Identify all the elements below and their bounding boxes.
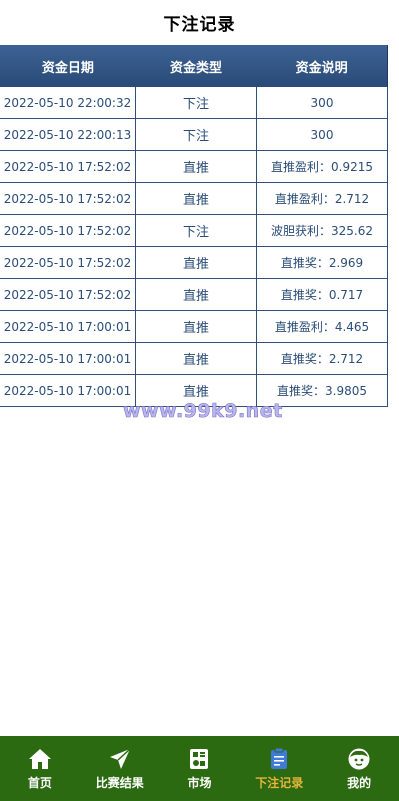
cell-type: 直推 xyxy=(136,183,257,214)
cell-description: 直推盈利：0.9215 xyxy=(257,151,388,182)
table-row: 2022-05-10 17:52:02 直推 直推盈利：2.712 xyxy=(0,183,388,215)
cell-type: 直推 xyxy=(136,311,257,342)
page-header: 下注记录 xyxy=(0,0,399,45)
table-row: 2022-05-10 22:00:13 下注 300 xyxy=(0,119,388,151)
table-row: 2022-05-10 17:00:01 直推 直推奖：2.712 xyxy=(0,343,388,375)
cell-type: 直推 xyxy=(136,279,257,310)
column-header-description: 资金说明 xyxy=(295,60,348,76)
cell-type: 下注 xyxy=(136,87,257,118)
tab-profile[interactable]: 我的 xyxy=(319,736,399,801)
table-row: 2022-05-10 17:52:02 下注 波胆获利：325.62 xyxy=(0,215,388,247)
column-header-type: 资金类型 xyxy=(169,60,222,76)
cell-description: 直推奖：2.969 xyxy=(257,247,388,278)
watermark-text: www.99k9.net xyxy=(123,400,283,423)
table-row: 2022-05-10 22:00:32 下注 300 xyxy=(0,87,388,119)
cell-description: 300 xyxy=(257,119,388,150)
clipboard-icon xyxy=(271,747,288,769)
cell-date: 2022-05-10 17:52:02 xyxy=(0,151,136,182)
tab-label: 市场 xyxy=(187,775,212,790)
tab-market[interactable]: 市场 xyxy=(160,736,240,801)
cell-date: 2022-05-10 17:52:02 xyxy=(0,183,136,214)
cell-date: 2022-05-10 22:00:32 xyxy=(0,87,136,118)
cell-type: 直推 xyxy=(136,151,257,182)
tab-label: 下注记录 xyxy=(255,775,304,790)
table-body: 2022-05-10 22:00:32 下注 300 2022-05-10 22:00… xyxy=(0,87,388,407)
table-row: 2022-05-10 17:52:02 直推 直推奖：0.717 xyxy=(0,279,388,311)
cell-date: 2022-05-10 17:00:01 xyxy=(0,343,136,374)
cell-date: 2022-05-10 17:52:02 xyxy=(0,215,136,246)
cell-date: 2022-05-10 17:52:02 xyxy=(0,279,136,310)
cell-date: 2022-05-10 17:52:02 xyxy=(0,247,136,278)
market-icon xyxy=(190,748,209,769)
tab-label: 首页 xyxy=(27,775,52,790)
cell-date: 2022-05-10 17:00:01 xyxy=(0,311,136,342)
cell-description: 波胆获利：325.62 xyxy=(257,215,388,246)
cell-description: 直推奖：0.717 xyxy=(257,279,388,310)
cell-description: 直推盈利：2.712 xyxy=(257,183,388,214)
cell-date: 2022-05-10 17:00:01 xyxy=(0,375,136,406)
table-row: 2022-05-10 17:52:02 直推 直推奖：2.969 xyxy=(0,247,388,279)
tab-home[interactable]: 首页 xyxy=(0,736,80,801)
home-icon xyxy=(28,748,51,769)
tab-bet-records[interactable]: 下注记录 xyxy=(239,736,319,801)
records-table: 资金日期 资金类型 资金说明 2022-05-10 22:00:32 下注 300 2… xyxy=(0,45,388,407)
cell-type: 直推 xyxy=(136,247,257,278)
cell-type: 下注 xyxy=(136,215,257,246)
cell-type: 下注 xyxy=(136,119,257,150)
table-row: 2022-05-10 17:00:01 直推 直推盈利：4.465 xyxy=(0,311,388,343)
column-header-date: 资金日期 xyxy=(41,60,94,76)
table-header: 资金日期 资金类型 资金说明 xyxy=(0,45,388,87)
tab-match-results[interactable]: 比赛结果 xyxy=(80,736,160,801)
cell-date: 2022-05-10 22:00:13 xyxy=(0,119,136,150)
cell-description: 直推奖：2.712 xyxy=(257,343,388,374)
tab-label: 我的 xyxy=(347,775,372,790)
bottom-tab-bar: 首页 比赛结果 市场 下注记录 我的 xyxy=(0,736,399,801)
cell-description: 直推盈利：4.465 xyxy=(257,311,388,342)
table-row: 2022-05-10 17:52:02 直推 直推盈利：0.9215 xyxy=(0,151,388,183)
cell-description: 300 xyxy=(257,87,388,118)
cell-type: 直推 xyxy=(136,343,257,374)
tab-label: 比赛结果 xyxy=(95,775,144,790)
face-icon xyxy=(348,748,370,769)
send-icon xyxy=(109,747,131,769)
page-title: 下注记录 xyxy=(163,15,236,35)
